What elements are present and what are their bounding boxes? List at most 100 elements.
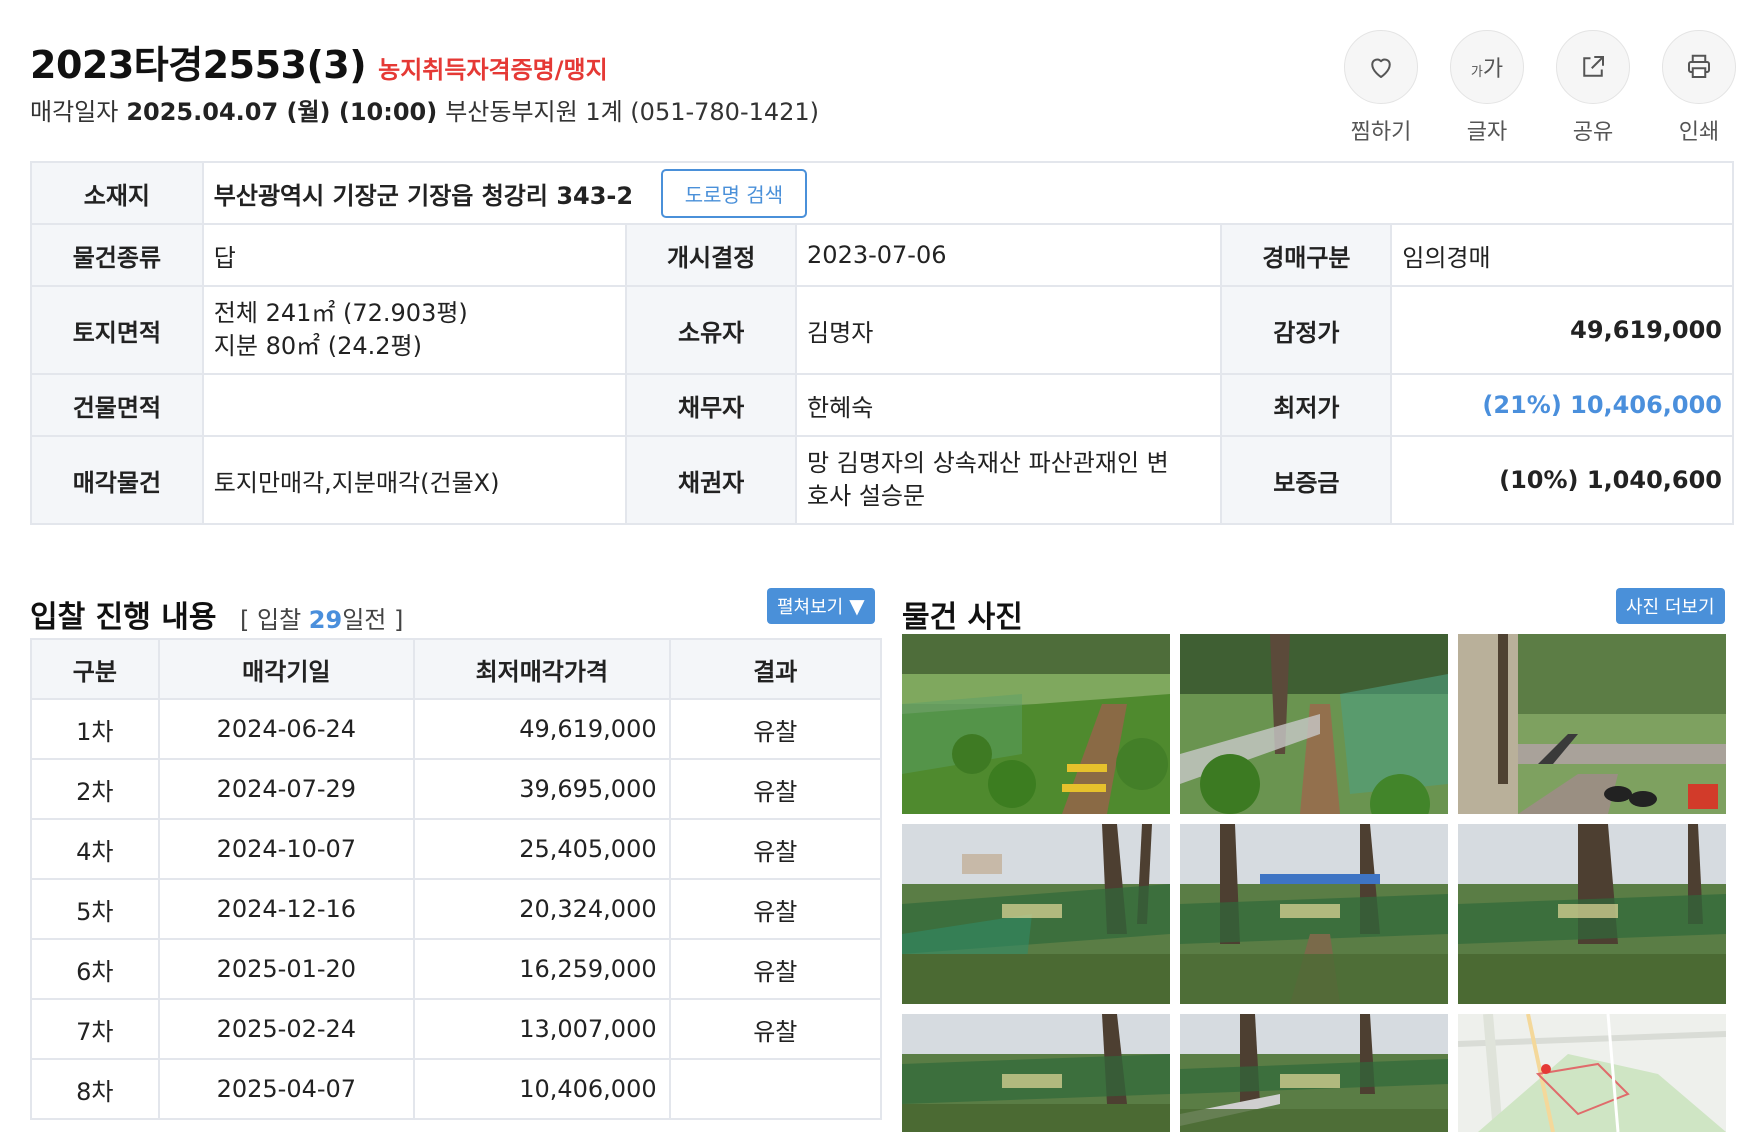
creditor-value: 망 김명자의 상속재산 파산관재인 변 호사 설승문 [795, 435, 1223, 525]
favorite-button[interactable]: 찜하기 [1344, 30, 1418, 146]
sale-object-label: 매각물건 [30, 435, 204, 525]
case-tag: 농지취득자격증명/맹지 [378, 56, 608, 84]
row-round: 8차 [30, 1058, 160, 1120]
favorite-label: 찜하기 [1350, 120, 1412, 145]
location-label: 소재지 [30, 161, 204, 225]
row-result: 유찰 [668, 998, 883, 1060]
sale-date-line: 매각일자 2025.04.07 (월) (10:00) 부산동부지원 1계 (0… [30, 92, 819, 127]
min-price-label: 최저가 [1220, 373, 1393, 437]
bid-table-header: 구분 매각기일 최저매각가격 결과 [30, 638, 883, 700]
row-date: 2025-02-24 [157, 998, 416, 1060]
creditor-line-1: 망 김명자의 상속재산 파산관재인 변 [807, 449, 1169, 477]
row-price: 20,324,000 [413, 878, 671, 940]
col-result: 결과 [668, 638, 883, 700]
share-label: 공유 [1572, 120, 1614, 145]
property-info-table: 소재지 부산광역시 기장군 기장읍 청강리 343-2 도로명 검색 물건종류 … [30, 161, 1735, 525]
print-label: 인쇄 [1678, 120, 1720, 145]
col-round: 구분 [30, 638, 160, 700]
land-area-value: 전체 241㎡ (72.903평) 지분 80㎡ (24.2평) [201, 285, 628, 375]
owner-label: 소유자 [625, 285, 798, 375]
row-price: 25,405,000 [413, 818, 671, 880]
row-date: 2024-07-29 [157, 758, 416, 820]
land-area-label: 토지면적 [30, 285, 204, 375]
location-cell: 부산광역시 기장군 기장읍 청강리 343-2 도로명 검색 [201, 161, 1735, 225]
share-button[interactable]: 공유 [1556, 30, 1630, 146]
info-row-building: 건물면적 채무자 한혜숙 최저가 (21%) 10,406,000 [30, 373, 1734, 437]
trees-net-photo[interactable] [902, 1014, 1170, 1132]
photo-section-title: 물건 사진 [902, 600, 1023, 635]
bid-meta-suffix: 일전 ] [342, 606, 404, 634]
row-date: 2025-04-07 [157, 1058, 416, 1120]
start-label: 개시결정 [625, 223, 798, 287]
bid-days: 29 [308, 606, 343, 634]
bid-section-title: 입찰 진행 내용 [30, 600, 217, 635]
bid-meta-prefix: [ 입찰 [240, 606, 309, 634]
appraisal-value: 49,619,000 [1390, 285, 1734, 375]
court-info: 부산동부지원 1계 (051-780-1421) [445, 98, 820, 126]
col-price: 최저매각가격 [413, 638, 671, 700]
sale-date-label: 매각일자 [30, 98, 119, 126]
font-size-button[interactable]: 가가 글자 [1450, 30, 1524, 146]
row-round: 1차 [30, 698, 160, 760]
table-row: 7차 2025-02-24 13,007,000 유찰 [30, 998, 883, 1060]
location-address: 부산광역시 기장군 기장읍 청강리 343-2 [213, 181, 634, 210]
row-round: 4차 [30, 818, 160, 880]
info-row-type: 물건종류 답 개시결정 2023-07-06 경매구분 임의경매 [30, 223, 1734, 287]
debtor-value: 한혜숙 [795, 373, 1223, 437]
garden-path-photo[interactable] [902, 634, 1170, 814]
expand-label: 펼쳐보기 [777, 597, 844, 618]
trees-net-photo[interactable] [1458, 824, 1726, 1004]
heart-icon[interactable] [1344, 30, 1418, 104]
font-big-glyph: 가 [1482, 57, 1504, 82]
more-photos-button[interactable]: 사진 더보기 [1616, 588, 1725, 624]
font-size-label: 글자 [1466, 120, 1508, 145]
location-map[interactable] [1458, 1014, 1726, 1132]
trees-net-photo[interactable] [902, 824, 1170, 1004]
building-area-label: 건물면적 [30, 373, 204, 437]
row-result: 유찰 [668, 878, 883, 940]
print-icon[interactable] [1662, 30, 1736, 104]
info-row-location: 소재지 부산광역시 기장군 기장읍 청강리 343-2 도로명 검색 [30, 161, 1735, 225]
row-result [668, 1058, 883, 1120]
row-date: 2024-06-24 [157, 698, 416, 760]
garden-fence-photo[interactable] [1180, 634, 1448, 814]
page-title: 2023타경2553(3) 농지취득자격증명/맹지 [30, 34, 608, 89]
trees-fence-photo[interactable] [1180, 1014, 1448, 1132]
stairs-tires-photo[interactable] [1458, 634, 1726, 814]
creditor-label: 채권자 [625, 435, 798, 525]
road-search-button[interactable]: 도로명 검색 [660, 168, 808, 218]
row-result: 유찰 [668, 938, 883, 1000]
share-icon[interactable] [1556, 30, 1630, 104]
deposit-value: (10%) 1,040,600 [1390, 435, 1734, 525]
info-row-land: 토지면적 전체 241㎡ (72.903평) 지분 80㎡ (24.2평) 소유… [30, 285, 1734, 375]
bid-history-table: 구분 매각기일 최저매각가격 결과 1차 2024-06-24 49,619,0… [30, 638, 883, 1120]
triangle-down-icon: ▼ [849, 594, 865, 618]
creditor-line-2: 호사 설승문 [807, 482, 926, 510]
type-label: 물건종류 [30, 223, 204, 287]
start-value: 2023-07-06 [795, 223, 1223, 287]
row-round: 6차 [30, 938, 160, 1000]
table-row: 6차 2025-01-20 16,259,000 유찰 [30, 938, 883, 1000]
auction-kind-label: 경매구분 [1220, 223, 1393, 287]
row-price: 16,259,000 [413, 938, 671, 1000]
deposit-label: 보증금 [1220, 435, 1393, 525]
row-date: 2025-01-20 [157, 938, 416, 1000]
debtor-label: 채무자 [625, 373, 798, 437]
col-date: 매각기일 [157, 638, 416, 700]
row-result: 유찰 [668, 758, 883, 820]
info-row-sale-object: 매각물건 토지만매각,지분매각(건물X) 채권자 망 김명자의 상속재산 파산관… [30, 435, 1734, 525]
row-price: 13,007,000 [413, 998, 671, 1060]
font-small-glyph: 가 [1470, 65, 1483, 80]
appraisal-label: 감정가 [1220, 285, 1393, 375]
print-button[interactable]: 인쇄 [1662, 30, 1736, 146]
table-row: 2차 2024-07-29 39,695,000 유찰 [30, 758, 883, 820]
land-area-total: 전체 241㎡ (72.903평) [213, 299, 468, 327]
font-size-icon[interactable]: 가가 [1450, 30, 1524, 104]
land-area-share: 지분 80㎡ (24.2평) [213, 332, 422, 360]
sale-object-value: 토지만매각,지분매각(건물X) [201, 435, 628, 525]
expand-button[interactable]: 펼쳐보기 ▼ [767, 588, 875, 624]
min-price-value: (21%) 10,406,000 [1390, 373, 1734, 437]
row-result: 유찰 [668, 698, 883, 760]
trees-net-photo[interactable] [1180, 824, 1448, 1004]
toolbar: 찜하기 가가 글자 공유 인쇄 [1344, 30, 1736, 146]
